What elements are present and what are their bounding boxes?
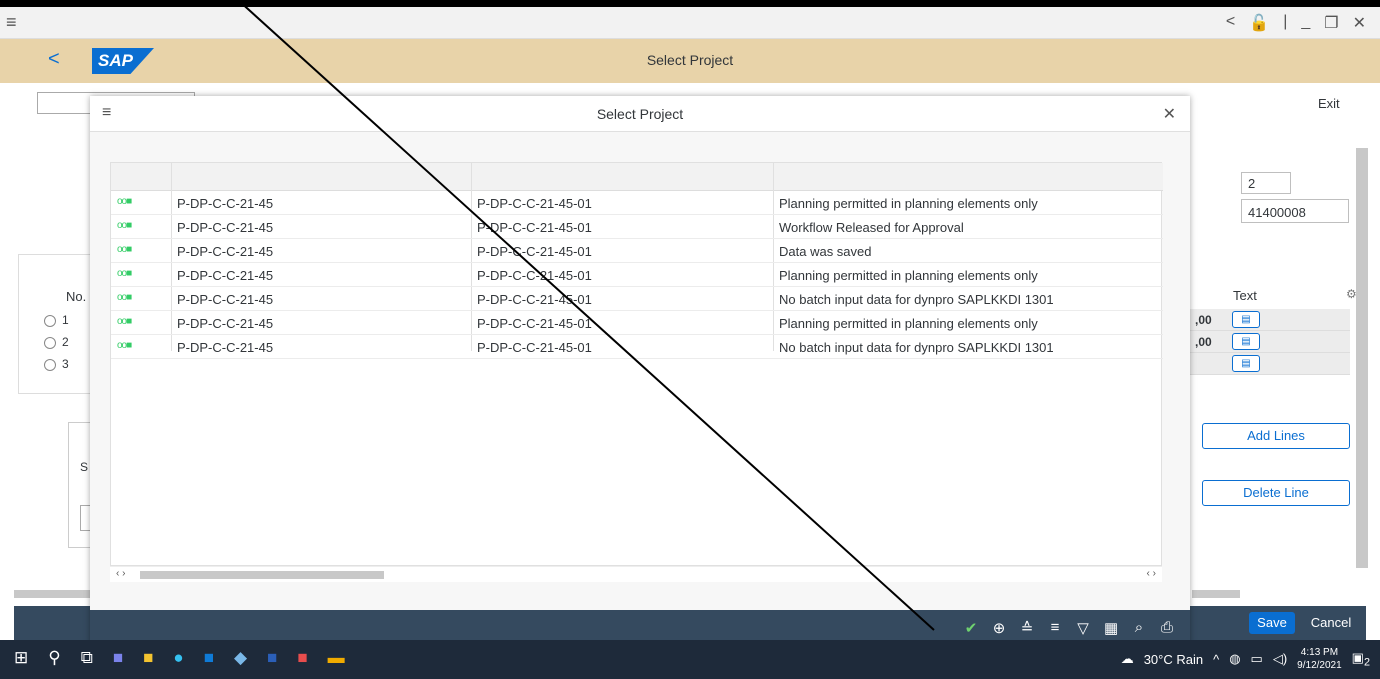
annotation-arrow <box>237 0 935 631</box>
annotation-line <box>237 0 935 631</box>
